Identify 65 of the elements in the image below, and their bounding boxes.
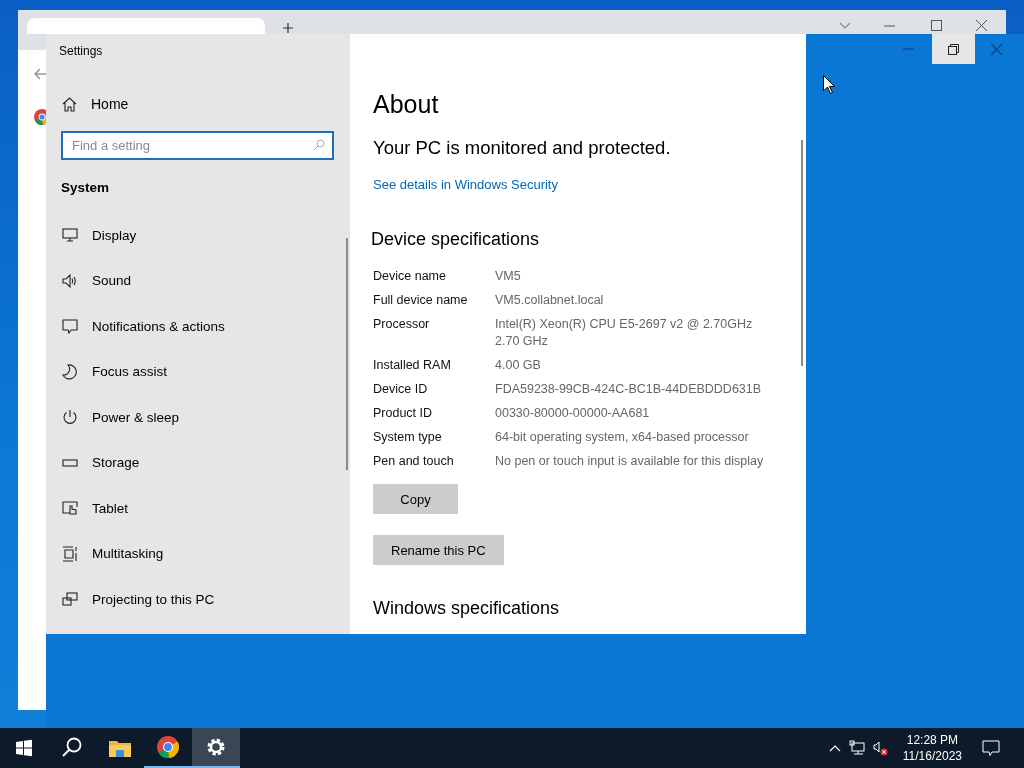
page-heading: About: [373, 89, 440, 119]
window-layout-icon: [62, 545, 78, 562]
plus-icon[interactable]: [283, 23, 293, 33]
spec-label: Installed RAM: [373, 357, 452, 374]
spec-value: VM5.collabnet.local: [495, 292, 605, 309]
sidebar-item[interactable]: Tablet: [46, 485, 350, 531]
spec-label: Full device name: [373, 292, 469, 309]
monitor-icon: [62, 227, 78, 244]
sidebar-item[interactable]: Display: [46, 212, 350, 258]
status-text: Your PC is monitored and protected.: [373, 137, 672, 159]
window-title: Settings: [59, 44, 104, 58]
taskbar-button[interactable]: [192, 728, 240, 768]
muted-speaker-icon[interactable]: [872, 740, 889, 756]
section-heading: Device specifications: [371, 228, 541, 250]
spec-value: Intel(R) Xeon(R) CPU E5-2697 v2 @ 2.70GHz 2.70 GHz: [495, 316, 754, 350]
network-icon[interactable]: [848, 740, 865, 756]
spec-label: Device name: [373, 268, 447, 285]
spec-label: Product ID: [373, 405, 434, 422]
sidebar-item[interactable]: Focus assist: [46, 349, 350, 395]
maximize-icon[interactable]: [931, 20, 942, 31]
chevron-down-icon[interactable]: [839, 22, 851, 30]
section-heading: Windows specifications: [373, 597, 561, 619]
screens-icon: [62, 591, 78, 608]
scrollbar[interactable]: [801, 140, 803, 366]
scrollbar[interactable]: [346, 238, 348, 470]
sidebar-item[interactable]: Storage: [46, 440, 350, 486]
close-icon[interactable]: [976, 20, 987, 31]
clock[interactable]: 12:28 PM 11/16/2023: [902, 732, 962, 764]
moon-icon: [62, 363, 78, 380]
home-link[interactable]: Home: [46, 96, 350, 113]
speaker-icon: [62, 272, 78, 289]
sidebar-item[interactable]: Sound: [46, 258, 350, 304]
power-icon: [62, 409, 78, 426]
search-field[interactable]: Find a setting: [61, 130, 334, 160]
action-button[interactable]: Copy: [373, 484, 458, 514]
security-link[interactable]: See details in Windows Security: [373, 177, 558, 192]
spec-label: Pen and touch: [373, 453, 455, 470]
spec-value: VM5: [495, 268, 522, 285]
browser-logo-icon: [156, 735, 180, 759]
spec-label: Device ID: [373, 381, 429, 398]
spec-value: 4.00 GB: [495, 357, 542, 374]
spec-value: FDA59238-99CB-424C-BC1B-44DEBDDD631B: [495, 381, 763, 398]
search-icon: [313, 138, 325, 151]
mouse-pointer-icon: [823, 75, 835, 94]
spec-label: System type: [373, 429, 443, 446]
section-heading: System: [61, 179, 111, 195]
sidebar-item[interactable]: Power & sleep: [46, 394, 350, 440]
tablet-touch-icon: [62, 500, 78, 517]
restore-button[interactable]: [932, 34, 975, 64]
sidebar-item[interactable]: Notifications & actions: [46, 303, 350, 349]
sidebar-item[interactable]: Multitasking: [46, 531, 350, 577]
clock-time: 12:28 PM: [906, 732, 959, 748]
spec-value: 00330-80000-00000-AA681: [495, 405, 651, 422]
chevron-up-icon[interactable]: [828, 744, 841, 752]
sidebar-item[interactable]: Projecting to this PC: [46, 576, 350, 622]
spec-label: Processor: [373, 316, 431, 333]
clock-date: 11/16/2023: [902, 748, 962, 764]
action-button[interactable]: Rename this PC: [373, 535, 504, 565]
back-arrow-icon[interactable]: [33, 68, 47, 80]
spec-value: No pen or touch input is available for this display: [495, 453, 764, 470]
message-bubble-icon: [62, 318, 78, 335]
restore-icon: [948, 43, 959, 55]
home-icon: [62, 96, 77, 112]
notification-icon[interactable]: [982, 739, 1000, 757]
spec-value: 64-bit operating system, x64-based processor: [495, 429, 750, 446]
